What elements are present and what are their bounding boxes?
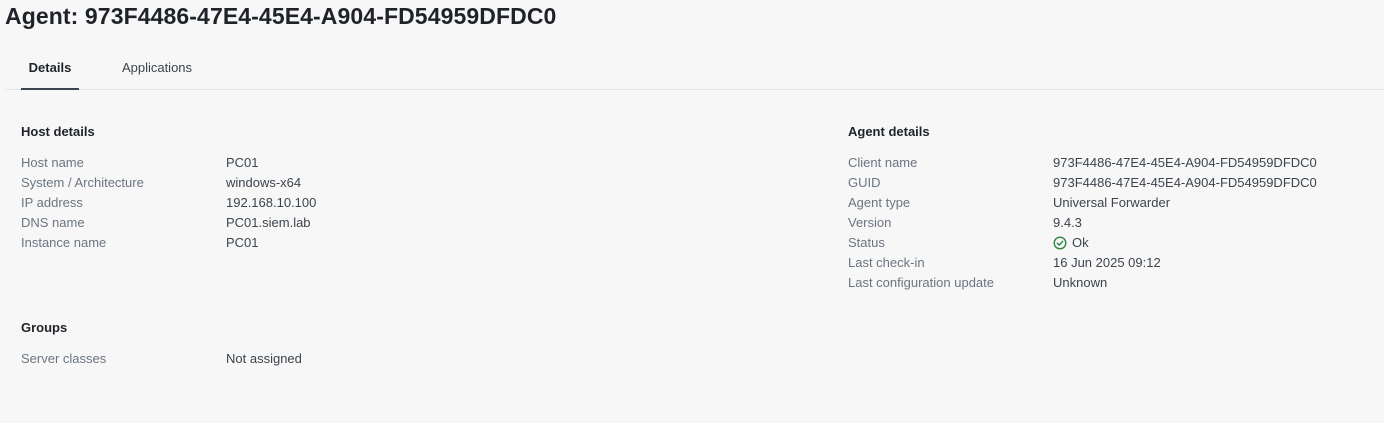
client-name-label: Client name (848, 155, 918, 170)
dns-name-label: DNS name (21, 215, 85, 230)
status-text: Ok (1072, 235, 1089, 250)
agent-details-list: Client name 973F4486-47E4-45E4-A904-FD54… (848, 153, 1368, 293)
last-check-in-value: 16 Jun 2025 09:12 (1053, 255, 1161, 270)
status-value: Ok (1053, 233, 1089, 253)
groups-title: Groups (21, 320, 68, 335)
agent-type-value: Universal Forwarder (1053, 195, 1171, 210)
server-classes-value: Not assigned (226, 351, 302, 366)
last-config-update-value: Unknown (1053, 275, 1108, 290)
last-check-in-row: Last check-in 16 Jun 2025 09:12 (848, 253, 1368, 273)
system-architecture-value: windows-x64 (226, 175, 302, 190)
host-details-title: Host details (21, 124, 95, 139)
ip-address-value: 192.168.10.100 (226, 195, 317, 210)
ip-address-row: IP address 192.168.10.100 (21, 193, 521, 213)
version-value: 9.4.3 (1053, 215, 1082, 230)
version-row: Version 9.4.3 (848, 213, 1368, 233)
host-name-value: PC01 (226, 155, 259, 170)
last-check-in-label: Last check-in (848, 255, 925, 270)
ip-address-label: IP address (21, 195, 83, 210)
check-circle-icon (1053, 236, 1067, 250)
agent-details-title: Agent details (848, 124, 930, 139)
page-title: Agent: 973F4486-47E4-45E4-A904-FD54959DF… (5, 3, 557, 29)
host-name-row: Host name PC01 (21, 153, 521, 173)
status-label: Status (848, 235, 885, 250)
instance-name-row: Instance name PC01 (21, 233, 521, 253)
host-name-label: Host name (21, 155, 84, 170)
tab-bar: Details Applications (5, 46, 1384, 90)
status-row: Status Ok (848, 233, 1368, 253)
guid-row: GUID 973F4486-47E4-45E4-A904-FD54959DFDC… (848, 173, 1368, 193)
server-classes-label: Server classes (21, 351, 107, 366)
groups-list: Server classes Not assigned (21, 349, 521, 369)
dns-name-value: PC01.siem.lab (226, 215, 311, 230)
tab-details[interactable]: Details (21, 46, 79, 90)
instance-name-value: PC01 (226, 235, 259, 250)
server-classes-row: Server classes Not assigned (21, 349, 521, 369)
guid-value: 973F4486-47E4-45E4-A904-FD54959DFDC0 (1053, 175, 1317, 190)
dns-name-row: DNS name PC01.siem.lab (21, 213, 521, 233)
agent-type-label: Agent type (848, 195, 911, 210)
instance-name-label: Instance name (21, 235, 107, 250)
client-name-value: 973F4486-47E4-45E4-A904-FD54959DFDC0 (1053, 155, 1317, 170)
system-architecture-row: System / Architecture windows-x64 (21, 173, 521, 193)
client-name-row: Client name 973F4486-47E4-45E4-A904-FD54… (848, 153, 1368, 173)
agent-type-row: Agent type Universal Forwarder (848, 193, 1368, 213)
tab-applications[interactable]: Applications (107, 46, 207, 90)
last-config-update-label: Last configuration update (848, 275, 994, 290)
system-architecture-label: System / Architecture (21, 175, 144, 190)
version-label: Version (848, 215, 892, 230)
guid-label: GUID (848, 175, 881, 190)
host-details-list: Host name PC01 System / Architecture win… (21, 153, 521, 253)
last-config-update-row: Last configuration update Unknown (848, 273, 1368, 293)
